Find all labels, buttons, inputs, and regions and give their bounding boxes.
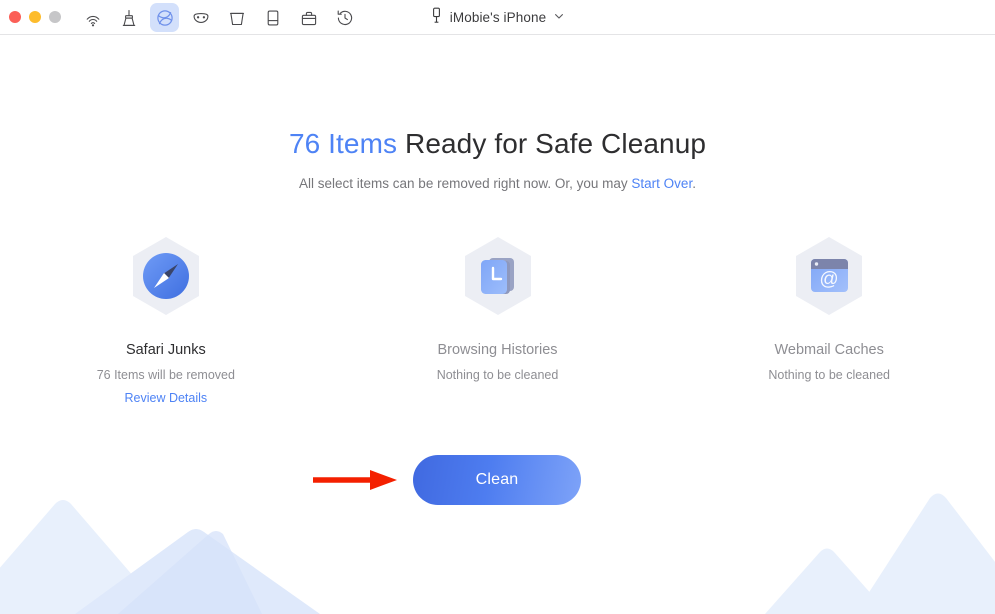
globe-icon (155, 8, 175, 28)
browsing-history-icon (462, 236, 534, 316)
tab-toolkit[interactable] (294, 3, 323, 32)
main-content: 76 Items Ready for Safe Cleanup All sele… (0, 35, 995, 614)
review-details-link[interactable]: Review Details (125, 391, 208, 405)
tab-history[interactable] (330, 3, 359, 32)
category-title: Browsing Histories (437, 342, 558, 358)
minimize-window-button[interactable] (29, 11, 41, 23)
category-status: Nothing to be cleaned (436, 368, 559, 382)
red-arrow-annotation (313, 470, 397, 490)
zoom-window-button[interactable] (49, 11, 61, 23)
tab-clean[interactable] (114, 3, 143, 32)
category-webmail-caches[interactable]: @ Webmail Caches Nothing to be cleaned (663, 236, 995, 405)
broom-icon (119, 8, 139, 28)
airdrop-icon (83, 8, 103, 28)
trash-bin-icon (227, 8, 247, 28)
category-status: Nothing to be cleaned (768, 368, 890, 382)
start-over-link[interactable]: Start Over (631, 176, 692, 191)
history-icon (335, 8, 355, 28)
traffic-light-group (9, 11, 61, 23)
tab-privacy[interactable] (150, 3, 179, 32)
app-window: iMobie's iPhone 76 Items Ready for Safe … (0, 0, 995, 614)
category-title: Safari Junks (125, 342, 206, 358)
category-title: Webmail Caches (774, 342, 884, 358)
page-subtitle: All select items can be removed right no… (0, 176, 995, 191)
page-title: 76 Items Ready for Safe Cleanup (0, 128, 995, 160)
mask-icon (191, 8, 211, 28)
briefcase-icon (299, 8, 319, 28)
title-bar: iMobie's iPhone (0, 0, 995, 35)
page-title-rest: Ready for Safe Cleanup (397, 128, 707, 159)
safari-compass-icon (130, 236, 202, 316)
tab-device[interactable] (258, 3, 287, 32)
subtitle-suffix: . (692, 176, 696, 191)
device-icon (263, 8, 283, 28)
tab-junk-files[interactable] (222, 3, 251, 32)
iphone-icon (430, 7, 443, 29)
category-status: 76 Items will be removed (96, 368, 235, 382)
chevron-down-icon[interactable] (553, 9, 565, 27)
tab-airdrop[interactable] (78, 3, 107, 32)
toolbar-tabs (78, 3, 359, 32)
tab-private-data[interactable] (186, 3, 215, 32)
device-name-label: iMobie's iPhone (449, 10, 547, 25)
category-safari-junks[interactable]: Safari Junks 76 Items will be removed Re… (0, 236, 332, 405)
svg-text:@: @ (820, 269, 839, 290)
webmail-cache-icon: @ (793, 236, 865, 316)
close-window-button[interactable] (9, 11, 21, 23)
item-count: 76 Items (288, 128, 398, 159)
category-browsing-histories[interactable]: Browsing Histories Nothing to be cleaned (332, 236, 664, 405)
category-list: Safari Junks 76 Items will be removed Re… (0, 236, 995, 405)
subtitle-prefix: All select items can be removed right no… (299, 176, 632, 191)
clean-button[interactable]: Clean (413, 455, 581, 505)
